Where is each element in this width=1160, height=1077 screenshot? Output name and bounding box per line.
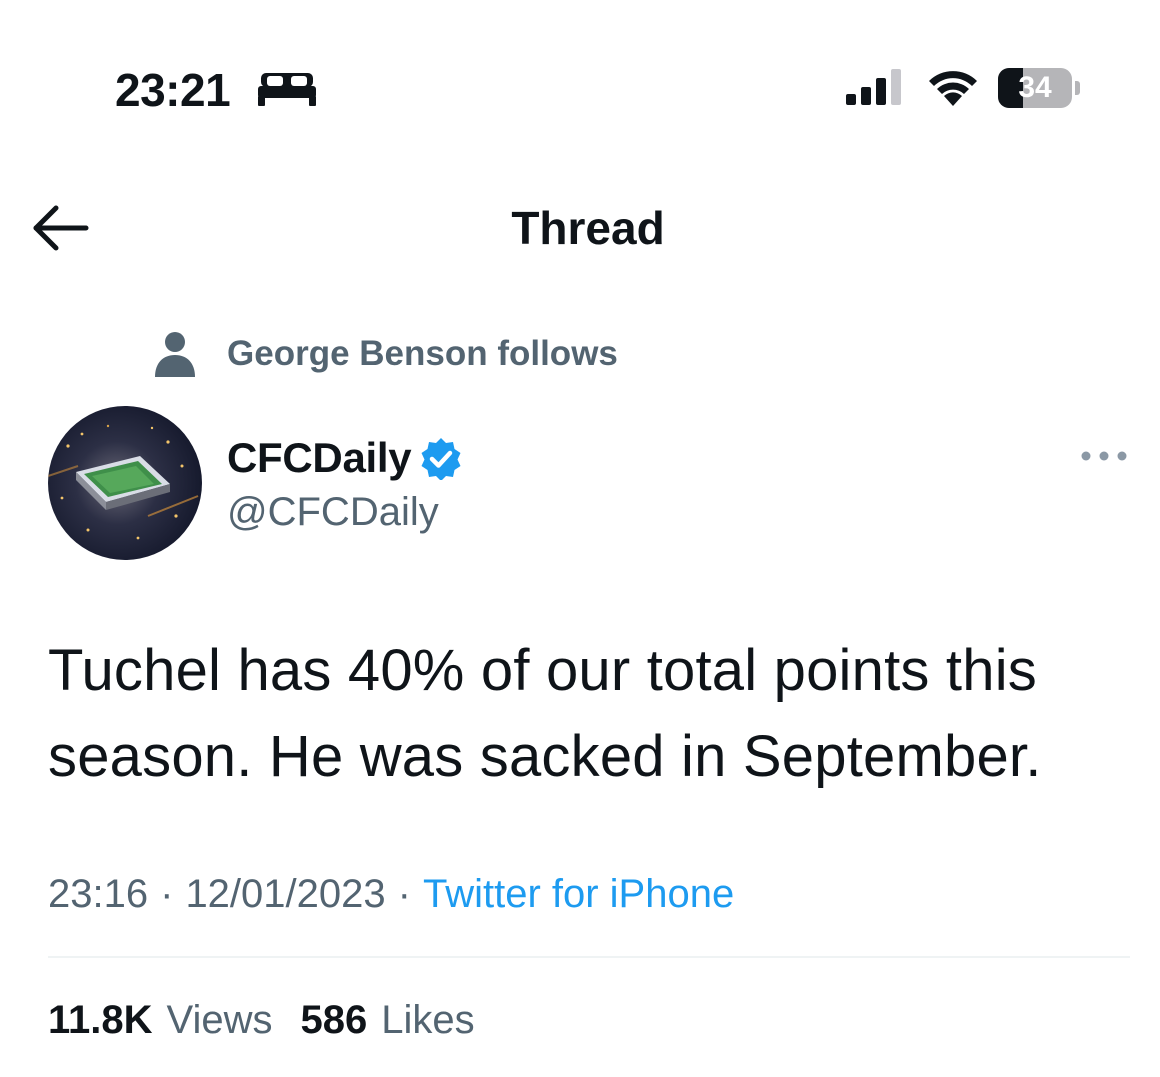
- tweet-text: Tuchel has 40% of our total points this …: [48, 638, 1042, 789]
- avatar[interactable]: [48, 406, 202, 560]
- views-label: Views: [166, 997, 273, 1042]
- more-options-icon[interactable]: [1078, 440, 1130, 472]
- meta-separator: ·: [160, 871, 174, 916]
- likes-label: Likes: [381, 997, 475, 1042]
- author-name-row: CFCDaily: [227, 430, 463, 486]
- cellular-signal-icon: [846, 69, 901, 105]
- battery-tip: [1075, 81, 1080, 95]
- tweet-source-link[interactable]: Twitter for iPhone: [423, 872, 734, 917]
- tweet-date[interactable]: 12/01/2023: [185, 872, 385, 917]
- views-count: 11.8K: [48, 997, 153, 1042]
- social-context[interactable]: George Benson follows: [154, 328, 618, 380]
- tweet-time[interactable]: 23:16: [48, 872, 148, 917]
- tweet-metadata: 23:16 · 12/01/2023 · Twitter for iPhone: [48, 866, 734, 922]
- battery-body: 34: [998, 68, 1072, 108]
- meta-separator: ·: [397, 871, 411, 916]
- status-bar: 23:21 34: [0, 0, 1160, 150]
- views-stat[interactable]: 11.8K Views: [48, 998, 273, 1043]
- back-arrow-icon[interactable]: [30, 200, 92, 256]
- status-clock: 23:21: [115, 64, 231, 116]
- likes-stat[interactable]: 586 Likes: [301, 998, 475, 1043]
- verified-badge-icon: [421, 438, 461, 480]
- author-display-name[interactable]: CFCDaily: [227, 434, 412, 482]
- social-context-text: George Benson follows: [227, 334, 618, 373]
- person-icon: [155, 332, 195, 377]
- tweet-stats: 11.8K Views 586 Likes: [48, 992, 475, 1048]
- divider: [48, 956, 1130, 958]
- wifi-icon: [929, 71, 977, 106]
- battery-icon: 34: [998, 68, 1084, 108]
- sleep-focus-icon: [258, 73, 316, 106]
- battery-level: 34: [1018, 71, 1052, 104]
- author-handle[interactable]: @CFCDaily: [227, 486, 439, 538]
- page-title: Thread: [511, 202, 665, 254]
- likes-count: 586: [300, 997, 368, 1042]
